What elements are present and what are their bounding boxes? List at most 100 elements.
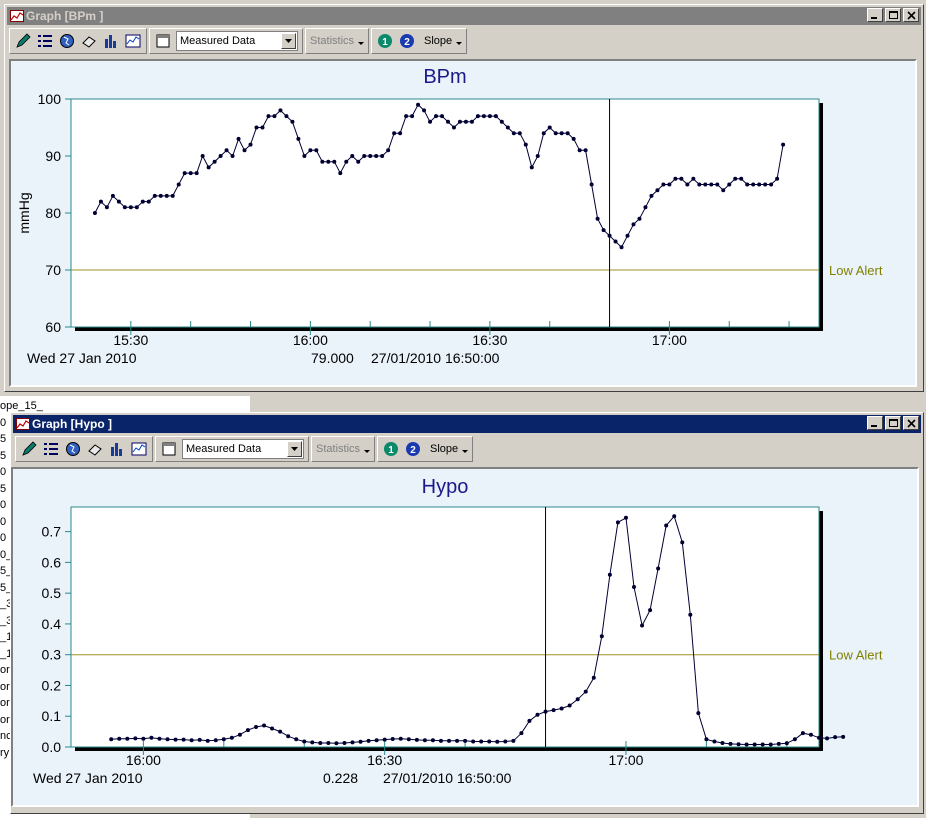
data-point: [661, 182, 666, 187]
data-point: [720, 741, 725, 745]
calendar-button[interactable]: [154, 32, 172, 50]
data-point: [440, 114, 445, 119]
graph-window-hypo: Graph [Hypo ] Measured Data Statistics 1…: [10, 412, 924, 814]
minimize-button[interactable]: [867, 416, 883, 430]
slope-button[interactable]: Slope: [424, 35, 452, 47]
minimize-button[interactable]: [867, 8, 883, 22]
list-view-button[interactable]: [36, 32, 54, 50]
data-point: [559, 131, 564, 136]
data-point: [841, 734, 846, 739]
y-tick-label: 80: [45, 205, 61, 221]
data-point: [326, 159, 331, 164]
graph-app-icon: [10, 10, 24, 22]
data-point: [688, 612, 693, 617]
data-point: [744, 742, 749, 747]
data-point: [318, 741, 323, 745]
cursor-1-button[interactable]: 1: [382, 440, 400, 458]
background-list-item: 0: [0, 532, 7, 544]
data-point: [117, 736, 122, 741]
title-bar[interactable]: Graph [Hypo ]: [13, 415, 921, 433]
bar-chart-icon: [111, 443, 122, 456]
statistics-button[interactable]: Statistics: [310, 35, 354, 47]
data-point: [165, 737, 170, 742]
cursor-2-button[interactable]: 2: [398, 32, 416, 50]
data-point: [98, 199, 103, 204]
eraser-button[interactable]: [86, 440, 104, 458]
data-point: [715, 182, 720, 187]
line-chart-icon: [125, 34, 141, 48]
line-chart-button[interactable]: [130, 440, 148, 458]
title-bar[interactable]: Graph [BPm ]: [7, 7, 921, 25]
bpm-chart[interactable]: BPm 60 70 80 90 100 15:30 16:00 16:30 17:00 mmHg Lo…: [11, 61, 915, 385]
data-point: [221, 737, 226, 742]
data-point: [189, 738, 194, 743]
statistics-group: Statistics: [311, 436, 376, 462]
calendar-button[interactable]: [160, 440, 178, 458]
data-point: [457, 119, 462, 124]
data-point: [757, 182, 762, 187]
chevron-down-icon[interactable]: [287, 441, 302, 457]
data-point: [760, 742, 765, 747]
slope-button[interactable]: Slope: [430, 443, 458, 455]
data-point: [356, 159, 361, 164]
data-point: [270, 726, 275, 731]
data-point: [205, 738, 210, 743]
x-tick-label: 17:00: [608, 752, 643, 768]
data-point: [314, 148, 319, 153]
data-point: [133, 736, 138, 741]
eraser-icon: [82, 36, 96, 48]
pen-tool-button[interactable]: [14, 32, 32, 50]
maximize-button[interactable]: [885, 8, 901, 22]
data-point: [527, 718, 532, 723]
data-point: [591, 675, 596, 680]
pen-tool-button[interactable]: [20, 440, 38, 458]
dropdown-arrow-icon: [462, 450, 469, 453]
data-source-select[interactable]: Measured Data: [176, 31, 298, 51]
data-source-select[interactable]: Measured Data: [182, 439, 304, 459]
data-point: [637, 216, 642, 221]
date-label: Wed 27 Jan 2010: [27, 350, 137, 366]
data-point: [447, 738, 452, 743]
background-list-item: ry: [0, 746, 10, 759]
cursor-1-button[interactable]: 1: [376, 32, 394, 50]
data-point: [213, 738, 218, 743]
data-point: [334, 741, 339, 746]
circle-2-icon: 2: [406, 442, 421, 456]
chart-title: Hypo: [422, 476, 469, 498]
cursor-2-button[interactable]: 2: [404, 440, 422, 458]
bar-chart-button[interactable]: [108, 440, 126, 458]
data-point: [229, 735, 234, 740]
bar-chart-button[interactable]: [102, 32, 120, 50]
data-point: [535, 712, 540, 717]
globe-button[interactable]: [58, 32, 76, 50]
chevron-down-icon[interactable]: [281, 33, 296, 49]
eraser-button[interactable]: [80, 32, 98, 50]
close-button[interactable]: [903, 416, 919, 430]
calendar-icon: [162, 442, 176, 456]
x-tick-label: 17:00: [652, 332, 687, 348]
data-point: [672, 514, 677, 519]
statistics-button[interactable]: Statistics: [316, 443, 360, 455]
data-point: [266, 114, 271, 119]
cursor-timestamp: 27/01/2010 16:50:00: [371, 350, 500, 366]
maximize-icon: [889, 419, 898, 427]
data-point: [422, 738, 427, 743]
globe-button[interactable]: [64, 440, 82, 458]
data-point: [248, 142, 253, 147]
hypo-chart[interactable]: Hypo 0.0 0.1 0.2 0.3 0.4 0.5 0.6 0.7 16:00 16:30 17…: [13, 469, 917, 805]
background-list-item: or: [0, 713, 10, 726]
tool-group: [9, 28, 147, 54]
data-point: [116, 199, 121, 204]
data-point: [517, 131, 522, 136]
background-list-item: or: [0, 680, 10, 693]
line-chart-button[interactable]: [124, 32, 142, 50]
data-point: [140, 199, 145, 204]
data-source-value: Measured Data: [186, 443, 262, 455]
data-point: [350, 740, 355, 745]
data-point: [366, 738, 371, 743]
data-point: [92, 211, 97, 215]
maximize-button[interactable]: [885, 416, 901, 430]
list-view-button[interactable]: [42, 440, 60, 458]
data-point: [430, 738, 435, 743]
close-button[interactable]: [903, 8, 919, 22]
